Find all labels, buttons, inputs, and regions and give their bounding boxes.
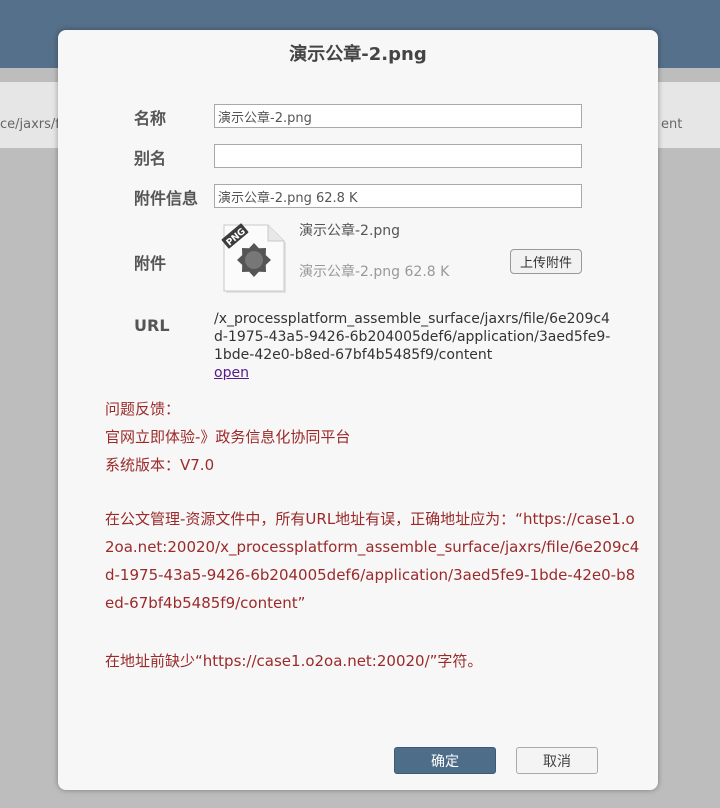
attachment-label: 附件 bbox=[134, 254, 167, 273]
url-label: URL bbox=[134, 316, 170, 335]
background-text-right: ent bbox=[661, 117, 683, 132]
open-link[interactable]: open bbox=[214, 364, 614, 382]
feedback-missing-prefix: 在地址前缺少“https://case1.o2oa.net:20020/”字符。 bbox=[105, 652, 483, 670]
feedback-site: 官网立即体验-》政务信息化协同平台 bbox=[105, 428, 351, 446]
alias-input[interactable] bbox=[214, 144, 582, 168]
alias-label: 别名 bbox=[134, 149, 167, 168]
attachment-dialog: 演示公章-2.png 名称 别名 附件信息 附件 PNG 演示公章-2.png … bbox=[58, 30, 658, 790]
confirm-button[interactable]: 确定 bbox=[394, 747, 496, 774]
dialog-title: 演示公章-2.png bbox=[289, 44, 427, 65]
feedback-version: 系统版本：V7.0 bbox=[105, 456, 215, 474]
name-input[interactable] bbox=[214, 104, 582, 128]
attachment-info-label: 附件信息 bbox=[134, 189, 199, 208]
url-path: /x_processplatform_assemble_surface/jaxr… bbox=[214, 311, 611, 363]
name-label: 名称 bbox=[134, 109, 167, 128]
cancel-button[interactable]: 取消 bbox=[516, 747, 598, 774]
url-value: /x_processplatform_assemble_surface/jaxr… bbox=[214, 310, 614, 382]
upload-attachment-button[interactable]: 上传附件 bbox=[510, 249, 582, 274]
attachment-info-input[interactable] bbox=[214, 184, 582, 208]
feedback-problem-detail: 在公文管理-资源文件中，所有URL地址有误，正确地址应为：“https://ca… bbox=[105, 510, 640, 612]
attachment-size-info: 演示公章-2.png 62.8 K bbox=[299, 264, 450, 280]
png-file-icon[interactable]: PNG bbox=[220, 223, 290, 295]
attachment-name: 演示公章-2.png bbox=[299, 223, 401, 239]
feedback-heading: 问题反馈： bbox=[105, 400, 181, 418]
